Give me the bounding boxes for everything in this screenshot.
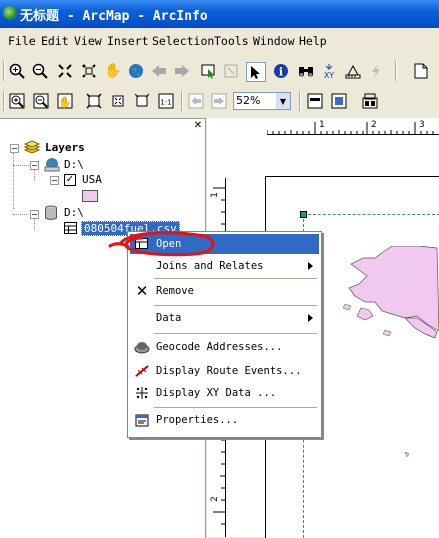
xy-data-icon bbox=[134, 385, 150, 401]
hyperlink-icon[interactable] bbox=[367, 62, 385, 80]
context-menu: Open Joins and Relates ✕ Remove Data Geo… bbox=[127, 231, 322, 438]
clear-selection-icon[interactable] bbox=[222, 62, 240, 80]
menu-item-label: Properties... bbox=[156, 414, 239, 426]
svg-text:✋: ✋ bbox=[58, 96, 72, 109]
zoom-fixed-in-icon[interactable] bbox=[109, 92, 127, 110]
menu-item-label: Joins and Relates bbox=[156, 260, 264, 272]
usa-symbol-swatch[interactable] bbox=[82, 190, 98, 202]
fixed-zoom-in-icon[interactable] bbox=[56, 62, 74, 80]
menu-item-label: Display XY Data ... bbox=[156, 387, 277, 399]
fixed-zoom-out-icon[interactable] bbox=[80, 62, 98, 80]
database-icon bbox=[44, 205, 58, 221]
layout-toolbar: ✋ 1:1 52% ▼ bbox=[0, 86, 439, 116]
menu-item-xy-data[interactable]: Display XY Data ... bbox=[130, 383, 319, 403]
zoom-out-icon[interactable] bbox=[31, 62, 49, 80]
usa-map-features[interactable] bbox=[337, 246, 439, 458]
menu-item-remove[interactable]: ✕ Remove bbox=[130, 281, 319, 301]
menu-item-label: Remove bbox=[156, 285, 194, 297]
red-annotation-circle bbox=[108, 231, 215, 257]
ruler-top-label: 1 bbox=[319, 120, 325, 130]
forward-arrow-icon[interactable] bbox=[173, 62, 191, 80]
layers-stack-icon bbox=[23, 140, 41, 156]
zoom-100-icon[interactable]: 1:1 bbox=[157, 92, 175, 110]
collapse-frame1-toggle[interactable]: − bbox=[30, 161, 39, 170]
collapse-usa-toggle[interactable]: − bbox=[50, 176, 59, 185]
go-to-xy-icon[interactable]: XY bbox=[320, 62, 338, 80]
top-ruler: 1 2 3 bbox=[267, 120, 439, 135]
menu-item-label: Geocode Addresses... bbox=[156, 341, 283, 353]
ruler-left-label: 2 bbox=[209, 496, 220, 502]
close-icon[interactable]: ✕ bbox=[193, 121, 203, 131]
table-icon bbox=[64, 222, 77, 234]
title-bar: 无标题 - ArcMap - ArcInfo bbox=[0, 0, 439, 28]
collapse-frame2-toggle[interactable]: − bbox=[30, 210, 39, 219]
toggle-draft-mode-icon[interactable] bbox=[306, 92, 324, 110]
route-events-icon bbox=[134, 363, 150, 379]
layout-zoom-out-icon[interactable] bbox=[32, 92, 50, 110]
focus-data-frame-icon[interactable] bbox=[330, 92, 348, 110]
frame2-label[interactable]: D:\ bbox=[64, 206, 84, 219]
zoom-combobox[interactable]: 52% ▼ bbox=[233, 92, 291, 110]
collapse-layers-toggle[interactable]: − bbox=[10, 144, 19, 153]
select-elements-icon[interactable] bbox=[246, 62, 266, 82]
measure-icon[interactable] bbox=[344, 62, 362, 80]
frame1-label[interactable]: D:\ bbox=[64, 158, 84, 171]
menu-item-properties[interactable]: Properties... bbox=[130, 410, 319, 430]
go-forward-extent-icon[interactable] bbox=[210, 92, 228, 110]
back-arrow-icon[interactable] bbox=[150, 62, 168, 80]
tools-toolbar: ✋ i XY bbox=[0, 56, 439, 86]
ruler-left-label: 1 bbox=[209, 192, 220, 198]
menu-file[interactable]: File bbox=[8, 34, 36, 48]
new-document-icon[interactable] bbox=[412, 62, 430, 80]
menu-tools[interactable]: Tools bbox=[214, 34, 249, 48]
selection-handle[interactable] bbox=[300, 211, 307, 218]
zoom-fixed-out-icon[interactable] bbox=[133, 92, 151, 110]
menu-insert[interactable]: Insert bbox=[107, 34, 149, 48]
change-layout-icon[interactable] bbox=[361, 92, 379, 110]
svg-text:i: i bbox=[279, 66, 283, 79]
geocode-icon bbox=[134, 339, 150, 355]
identify-icon[interactable]: i bbox=[272, 62, 290, 80]
menu-item-geocode[interactable]: Geocode Addresses... bbox=[130, 337, 319, 357]
layer-usa-label[interactable]: USA bbox=[82, 173, 102, 186]
layout-pan-icon[interactable]: ✋ bbox=[56, 92, 74, 110]
ruler-top-label: 3 bbox=[419, 120, 425, 130]
select-features-icon[interactable] bbox=[199, 62, 217, 80]
zoom-value: 52% bbox=[236, 94, 261, 107]
find-icon[interactable] bbox=[297, 62, 315, 80]
zoom-whole-page-icon[interactable] bbox=[85, 92, 103, 110]
data-frame-globe-icon bbox=[44, 156, 60, 172]
layer-visibility-checkbox[interactable]: ✓ bbox=[64, 174, 76, 186]
arcmap-globe-icon bbox=[3, 6, 17, 20]
menu-item-data[interactable]: Data bbox=[130, 308, 319, 328]
menu-help[interactable]: Help bbox=[299, 34, 327, 48]
pan-hand-icon[interactable]: ✋ bbox=[104, 62, 122, 80]
svg-text:1:1: 1:1 bbox=[160, 99, 171, 107]
menu-selection[interactable]: Selection bbox=[152, 34, 214, 48]
submenu-arrow-icon bbox=[308, 314, 313, 322]
submenu-arrow-icon bbox=[308, 262, 313, 270]
ruler-top-label: 2 bbox=[371, 120, 377, 130]
menu-item-route-events[interactable]: Display Route Events... bbox=[130, 361, 319, 381]
chevron-down-icon[interactable]: ▼ bbox=[276, 93, 290, 109]
window-title: 无标题 - ArcMap - ArcInfo bbox=[20, 9, 208, 24]
go-back-extent-icon[interactable] bbox=[187, 92, 205, 110]
menu-bar: File Edit View Insert Selection Tools Wi… bbox=[0, 28, 439, 54]
properties-icon bbox=[134, 412, 150, 428]
menu-view[interactable]: View bbox=[74, 34, 102, 48]
layers-root-label[interactable]: Layers bbox=[45, 141, 85, 154]
menu-item-label: Data bbox=[156, 312, 182, 324]
menu-item-label: Display Route Events... bbox=[156, 365, 302, 377]
svg-text:XY: XY bbox=[324, 71, 334, 79]
layout-zoom-in-icon[interactable] bbox=[8, 92, 26, 110]
zoom-in-icon[interactable] bbox=[8, 62, 26, 80]
remove-x-icon: ✕ bbox=[135, 282, 149, 300]
full-extent-globe-icon[interactable] bbox=[127, 62, 145, 80]
menu-window[interactable]: Window bbox=[253, 34, 295, 48]
menu-edit[interactable]: Edit bbox=[41, 34, 69, 48]
